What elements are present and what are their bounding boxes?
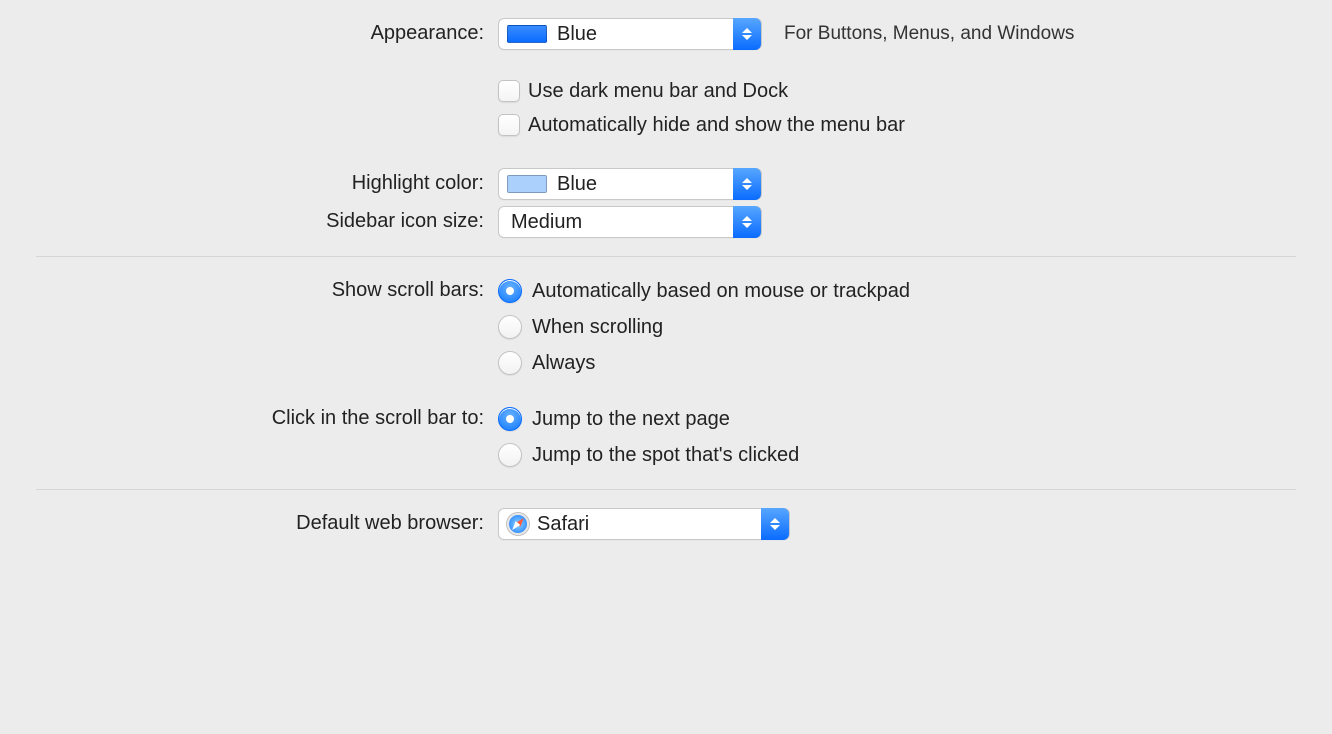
- click-scroll-jump-spot-radio[interactable]: Jump to the spot that's clicked: [498, 439, 799, 471]
- safari-icon: [507, 513, 529, 535]
- scrollbars-always-label: Always: [532, 352, 595, 375]
- scrollbars-when-scrolling-radio[interactable]: When scrolling: [498, 311, 910, 343]
- dark-menu-label: Use dark menu bar and Dock: [528, 80, 788, 103]
- auto-hide-menubar-checkbox[interactable]: Automatically hide and show the menu bar: [498, 110, 1074, 140]
- default-browser-value: Safari: [537, 513, 789, 536]
- radio-icon: [498, 351, 522, 375]
- click-scrollbar-label: Click in the scroll bar to:: [36, 403, 498, 430]
- auto-hide-menubar-label: Automatically hide and show the menu bar: [528, 114, 905, 137]
- radio-icon: [498, 407, 522, 431]
- sidebar-icon-size-value: Medium: [507, 211, 761, 234]
- general-preferences-pane: Appearance: Blue For Buttons, Menus, and…: [0, 0, 1332, 564]
- chevron-up-down-icon: [761, 508, 789, 540]
- checkbox-icon: [498, 114, 520, 136]
- chevron-up-down-icon: [733, 18, 761, 50]
- section-divider: [36, 489, 1296, 490]
- highlight-swatch-icon: [507, 175, 547, 193]
- radio-icon: [498, 315, 522, 339]
- default-browser-label: Default web browser:: [36, 508, 498, 535]
- radio-icon: [498, 443, 522, 467]
- sidebar-icon-size-label: Sidebar icon size:: [36, 206, 498, 233]
- chevron-up-down-icon: [733, 168, 761, 200]
- appearance-swatch-icon: [507, 25, 547, 43]
- scrollbars-auto-radio[interactable]: Automatically based on mouse or trackpad: [498, 275, 910, 307]
- chevron-up-down-icon: [733, 206, 761, 238]
- radio-icon: [498, 279, 522, 303]
- appearance-popup[interactable]: Blue: [498, 18, 762, 50]
- appearance-value: Blue: [557, 23, 761, 46]
- checkbox-icon: [498, 80, 520, 102]
- highlight-color-value: Blue: [557, 173, 761, 196]
- scrollbars-always-radio[interactable]: Always: [498, 347, 910, 379]
- click-scroll-jump-spot-label: Jump to the spot that's clicked: [532, 444, 799, 467]
- default-browser-popup[interactable]: Safari: [498, 508, 790, 540]
- section-divider: [36, 256, 1296, 257]
- scrollbars-auto-label: Automatically based on mouse or trackpad: [532, 280, 910, 303]
- dark-menu-checkbox[interactable]: Use dark menu bar and Dock: [498, 76, 1074, 106]
- appearance-label: Appearance:: [36, 18, 498, 45]
- click-scroll-next-page-radio[interactable]: Jump to the next page: [498, 403, 799, 435]
- show-scrollbars-label: Show scroll bars:: [36, 275, 498, 302]
- click-scroll-next-page-label: Jump to the next page: [532, 408, 730, 431]
- appearance-hint: For Buttons, Menus, and Windows: [784, 23, 1074, 45]
- sidebar-icon-size-popup[interactable]: Medium: [498, 206, 762, 238]
- highlight-color-label: Highlight color:: [36, 168, 498, 195]
- scrollbars-when-scrolling-label: When scrolling: [532, 316, 663, 339]
- highlight-color-popup[interactable]: Blue: [498, 168, 762, 200]
